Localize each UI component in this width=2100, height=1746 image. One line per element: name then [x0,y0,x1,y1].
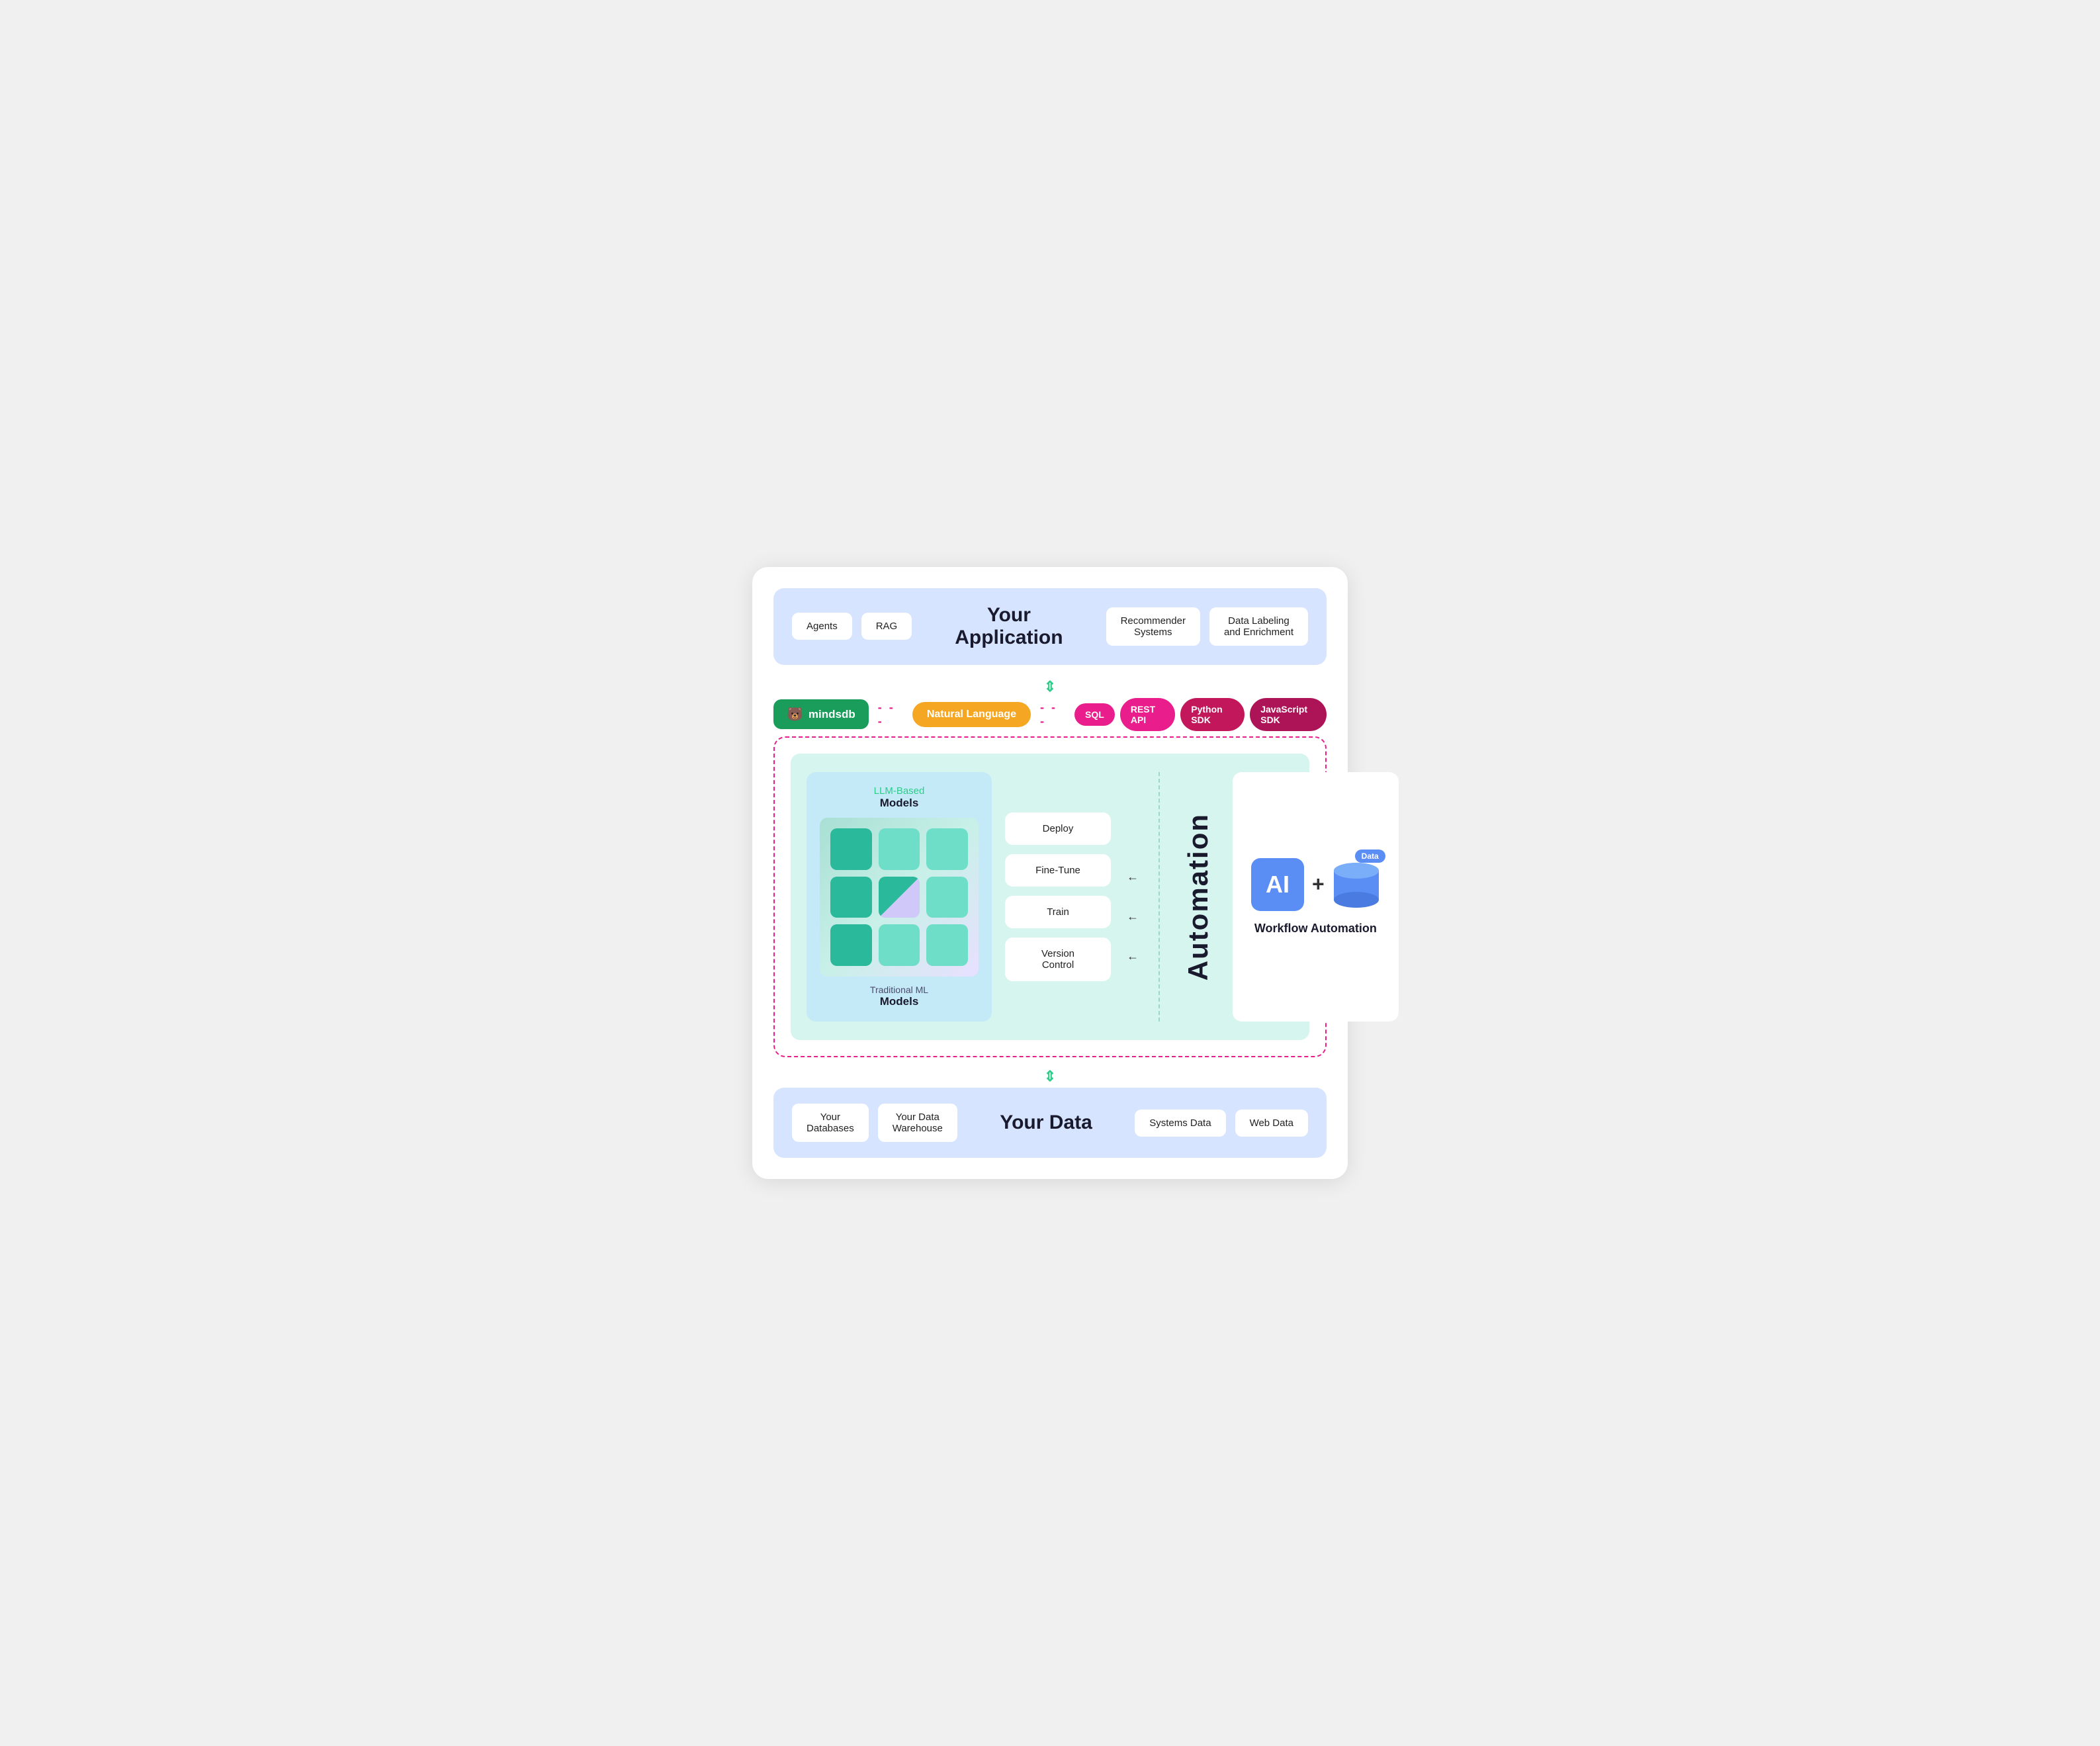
arrow-version: ← [1127,936,1139,976]
model-tile-2 [879,828,920,870]
model-tile-5 [879,877,920,918]
web-data-box: Web Data [1235,1110,1308,1137]
fine-tune-box: Fine-Tune [1005,854,1111,887]
bottom-section-right: Systems Data Web Data [1135,1110,1308,1137]
plus-sign: + [1312,872,1325,896]
bottom-arrow: ⇕ [773,1068,1327,1085]
llm-label: LLM-Based Models [820,785,979,810]
data-warehouse-box: Your DataWarehouse [878,1104,957,1142]
main-dashed-section: LLM-Based Models Traditional ML Mod [773,736,1327,1057]
arrow-fine-tune: ← [1127,857,1139,896]
trad-label: Traditional ML Models [820,984,979,1008]
data-badge: Data [1355,850,1385,863]
model-tile-4 [830,877,872,918]
recommender-box: RecommenderSystems [1106,607,1200,646]
mindsdb-row: 🐻 mindsdb - - - Natural Language - - - S… [773,698,1327,731]
workflow-title: Workflow Automation [1254,922,1377,936]
python-sdk-badge: Python SDK [1180,698,1245,731]
js-sdk-badge: JavaScript SDK [1250,698,1327,731]
automation-label: Automation [1177,813,1219,981]
vertical-separator [1159,772,1160,1022]
rag-box: RAG [861,613,912,640]
deploy-box: Deploy [1005,812,1111,845]
top-section-left: Agents RAG [792,613,912,640]
version-control-box: VersionControl [1005,938,1111,981]
databases-box: YourDatabases [792,1104,869,1142]
top-section: Agents RAG YourYour ApplicationApplicati… [773,588,1327,665]
data-cylinder-svg [1333,861,1380,908]
model-grid [820,818,979,977]
inner-content: LLM-Based Models Traditional ML Mod [791,754,1309,1040]
workflow-panel: AI + Data Workflow Automation [1233,772,1399,1022]
natural-language-badge: Natural Language [912,702,1031,727]
diagram-wrapper: Agents RAG YourYour ApplicationApplicati… [752,567,1348,1179]
arrow-train: ← [1127,896,1139,936]
ai-box: AI [1251,858,1304,911]
model-tile-7 [830,924,872,966]
application-title: YourYour ApplicationApplication [922,604,1095,649]
bottom-section-left: YourDatabases Your DataWarehouse [792,1104,957,1142]
data-icon: Data [1333,861,1380,908]
model-tile-9 [926,924,968,966]
ops-arrows: ← ← ← [1124,772,1141,1022]
dot-connector-left: - - - [878,701,903,728]
models-panel: LLM-Based Models Traditional ML Mod [807,772,992,1022]
sql-badge: SQL [1074,703,1115,726]
ops-panel: Deploy Fine-Tune Train VersionControl [1005,772,1111,1022]
mindsdb-label: mindsdb [809,708,855,721]
mindsdb-badge: 🐻 mindsdb [773,699,869,729]
your-data-title: Your Data [968,1112,1124,1134]
model-tile-3 [926,828,968,870]
bottom-section: YourDatabases Your DataWarehouse Your Da… [773,1088,1327,1158]
trad-bold: Models [820,995,979,1008]
model-tile-1 [830,828,872,870]
llm-bold: Models [820,797,979,810]
bear-icon: 🐻 [787,706,803,722]
ai-data-row: AI + Data [1251,858,1380,911]
train-box: Train [1005,896,1111,928]
dot-connector-right: - - - [1040,701,1065,728]
model-tile-6 [926,877,968,918]
rest-api-badge: REST API [1120,698,1175,731]
ai-label: AI [1266,871,1290,898]
data-labeling-box: Data Labelingand Enrichment [1209,607,1308,646]
model-tile-8 [879,924,920,966]
top-section-right: RecommenderSystems Data Labelingand Enri… [1106,607,1308,646]
systems-data-box: Systems Data [1135,1110,1225,1137]
agents-box: Agents [792,613,852,640]
sdk-badges: SQL REST API Python SDK JavaScript SDK [1074,698,1327,731]
top-arrow: ⇕ [773,678,1327,695]
